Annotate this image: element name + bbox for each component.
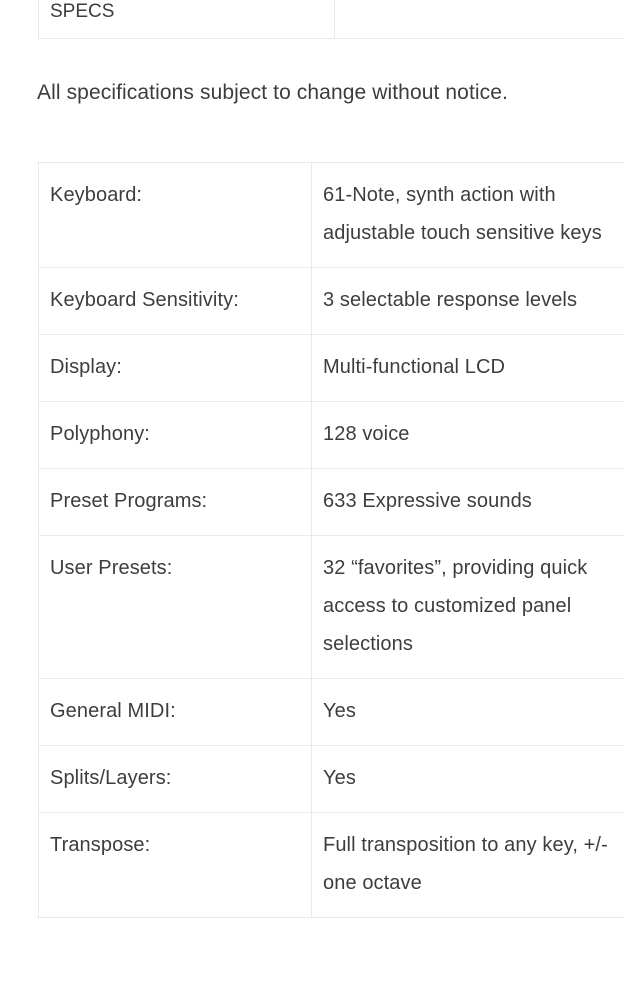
specs-header-table-body: SPECS bbox=[38, 0, 624, 39]
specs-page: SPECS All specifications subject to chan… bbox=[0, 0, 624, 999]
spec-value-user-presets: 32 “favorites”, providing quick access t… bbox=[311, 535, 624, 679]
spec-value-display: Multi-functional LCD bbox=[311, 334, 624, 402]
specs-header-value bbox=[334, 0, 624, 39]
table-row: Keyboard Sensitivity: 3 selectable respo… bbox=[38, 267, 624, 335]
spec-value-general-midi: Yes bbox=[311, 678, 624, 746]
table-row: SPECS bbox=[38, 0, 624, 39]
specification-table: Keyboard: 61-Note, synth action with adj… bbox=[38, 162, 624, 918]
spec-label-user-presets: User Presets: bbox=[38, 535, 312, 679]
spec-value-polyphony: 128 voice bbox=[311, 401, 624, 469]
specification-table-body: Keyboard: 61-Note, synth action with adj… bbox=[38, 162, 624, 918]
spec-label-polyphony: Polyphony: bbox=[38, 401, 312, 469]
spec-label-display: Display: bbox=[38, 334, 312, 402]
spec-value-splits-layers: Yes bbox=[311, 745, 624, 813]
spec-label-keyboard-sensitivity: Keyboard Sensitivity: bbox=[38, 267, 312, 335]
spec-label-splits-layers: Splits/Layers: bbox=[38, 745, 312, 813]
table-row: Transpose: Full transposition to any key… bbox=[38, 812, 624, 918]
spec-value-transpose: Full transposition to any key, +/- one o… bbox=[311, 812, 624, 918]
spec-label-general-midi: General MIDI: bbox=[38, 678, 312, 746]
spec-value-keyboard-sensitivity: 3 selectable response levels bbox=[311, 267, 624, 335]
spec-value-keyboard: 61-Note, synth action with adjustable to… bbox=[311, 162, 624, 268]
spec-label-preset-programs: Preset Programs: bbox=[38, 468, 312, 536]
table-row: User Presets: 32 “favorites”, providing … bbox=[38, 535, 624, 679]
table-row: General MIDI: Yes bbox=[38, 678, 624, 746]
specs-header-label: SPECS bbox=[38, 0, 335, 39]
table-row: Keyboard: 61-Note, synth action with adj… bbox=[38, 162, 624, 268]
table-row: Polyphony: 128 voice bbox=[38, 401, 624, 469]
spec-label-keyboard: Keyboard: bbox=[38, 162, 312, 268]
spec-table-container: Keyboard: 61-Note, synth action with adj… bbox=[38, 162, 624, 918]
spec-label-transpose: Transpose: bbox=[38, 812, 312, 918]
specifications-disclaimer: All specifications subject to change wit… bbox=[37, 81, 508, 104]
table-row: Display: Multi-functional LCD bbox=[38, 334, 624, 402]
table-row: Splits/Layers: Yes bbox=[38, 745, 624, 813]
table-row: Preset Programs: 633 Expressive sounds bbox=[38, 468, 624, 536]
specs-header-table: SPECS bbox=[38, 0, 624, 39]
spec-value-preset-programs: 633 Expressive sounds bbox=[311, 468, 624, 536]
